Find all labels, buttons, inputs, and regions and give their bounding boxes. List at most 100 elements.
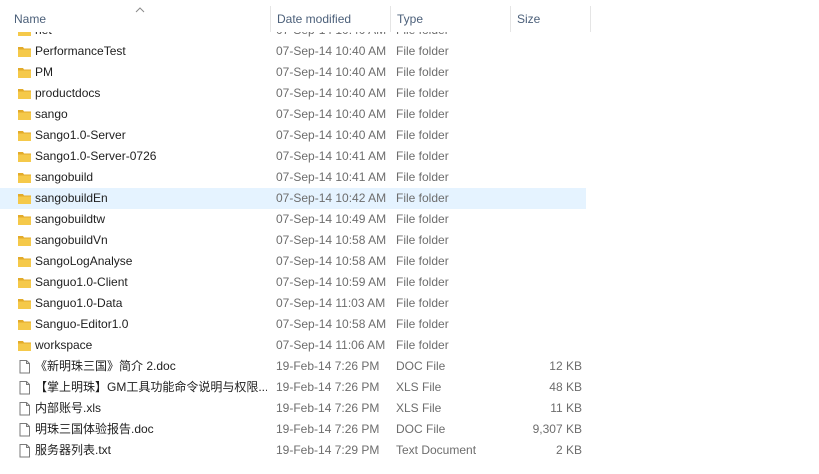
- folder-row[interactable]: Sango1.0-Server 07-Sep-14 10:40 AM File fo…: [0, 125, 586, 146]
- file-name[interactable]: PerformanceTest: [35, 41, 267, 62]
- folder-row[interactable]: sangobuildEn 07-Sep-14 10:42 AM File folde…: [0, 188, 586, 209]
- folder-icon: [17, 128, 32, 143]
- file-type: File folder: [396, 86, 449, 100]
- folder-icon: [17, 44, 32, 59]
- folder-row[interactable]: workspace 07-Sep-14 11:06 AM File folder: [0, 335, 586, 356]
- date-modified: 07-Sep-14 11:03 AM: [276, 296, 386, 310]
- column-header-type[interactable]: Type: [390, 6, 510, 32]
- folder-row[interactable]: sangobuildtw 07-Sep-14 10:49 AM File folde…: [0, 209, 586, 230]
- file-type: File folder: [396, 107, 449, 121]
- file-name[interactable]: 明珠三国体验报告.doc: [35, 419, 267, 440]
- file-type: File folder: [396, 44, 449, 58]
- file-name[interactable]: 《新明珠三国》简介 2.doc: [35, 356, 267, 377]
- file-row[interactable]: 《新明珠三国》简介 2.doc 19-Feb-14 7:26 PM DOC File…: [0, 356, 586, 377]
- folder-row[interactable]: productdocs 07-Sep-14 10:40 AM File folder: [0, 83, 586, 104]
- file-icon: [17, 401, 32, 416]
- file-type: File folder: [396, 254, 449, 268]
- file-name[interactable]: workspace: [35, 335, 267, 356]
- date-modified: 07-Sep-14 11:06 AM: [276, 338, 386, 352]
- date-modified: 19-Feb-14 7:26 PM: [276, 380, 380, 394]
- date-modified: 19-Feb-14 7:26 PM: [276, 359, 380, 373]
- file-name[interactable]: Sanguo1.0-Data: [35, 293, 267, 314]
- folder-row[interactable]: sango 07-Sep-14 10:40 AM File folder: [0, 104, 586, 125]
- file-name[interactable]: sangobuildtw: [35, 209, 267, 230]
- folder-icon: [17, 191, 32, 206]
- file-name[interactable]: PM: [35, 62, 267, 83]
- file-type: File folder: [396, 233, 449, 247]
- folder-row[interactable]: Sanguo1.0-Data 07-Sep-14 11:03 AM File fol…: [0, 293, 586, 314]
- file-name[interactable]: 服务器列表.txt: [35, 440, 267, 461]
- file-size: 9,307 KB: [532, 422, 582, 436]
- file-name[interactable]: sango: [35, 104, 267, 125]
- file-icon: [17, 380, 32, 395]
- file-type: Text Document: [396, 443, 477, 457]
- file-type: DOC File: [396, 359, 446, 373]
- file-size: 11 KB: [550, 401, 582, 415]
- folder-row[interactable]: sangobuild 07-Sep-14 10:41 AM File folder: [0, 167, 586, 188]
- file-type: File folder: [396, 296, 449, 310]
- file-name[interactable]: Sanguo1.0-Client: [35, 272, 267, 293]
- file-row[interactable]: 【掌上明珠】GM工具功能命令说明与权限... 19-Feb-14 7:26 PM X…: [0, 377, 586, 398]
- folder-row[interactable]: SangoLogAnalyse 07-Sep-14 10:58 AM File fo…: [0, 251, 586, 272]
- date-modified: 07-Sep-14 10:42 AM: [276, 191, 387, 205]
- file-icon: [17, 359, 32, 374]
- column-header-name[interactable]: Name: [8, 6, 270, 32]
- column-header-bar: Name Date modified Type Size: [0, 0, 591, 32]
- file-type: XLS File: [396, 401, 442, 415]
- file-name[interactable]: sangobuild: [35, 167, 267, 188]
- file-row[interactable]: 明珠三国体验报告.doc 19-Feb-14 7:26 PM DOC File 9,3…: [0, 419, 586, 440]
- folder-row[interactable]: PM 07-Sep-14 10:40 AM File folder: [0, 62, 586, 83]
- date-modified: 07-Sep-14 10:40 AM: [276, 65, 387, 79]
- folder-icon: [17, 212, 32, 227]
- column-divider: [590, 6, 591, 32]
- date-modified: 19-Feb-14 7:29 PM: [276, 443, 380, 457]
- column-header-size[interactable]: Size: [510, 6, 591, 32]
- file-type: DOC File: [396, 422, 446, 436]
- file-name[interactable]: sangobuildEn: [35, 188, 267, 209]
- folder-icon: [17, 338, 32, 353]
- file-icon: [17, 422, 32, 437]
- file-type: File folder: [396, 338, 449, 352]
- folder-row[interactable]: Sanguo-Editor1.0 07-Sep-14 10:58 AM File f…: [0, 314, 586, 335]
- date-modified: 07-Sep-14 10:41 AM: [276, 170, 387, 184]
- date-modified: 07-Sep-14 10:41 AM: [276, 149, 387, 163]
- file-name[interactable]: SangoLogAnalyse: [35, 251, 267, 272]
- file-name[interactable]: sangobuildVn: [35, 230, 267, 251]
- file-explorer-details-view: net07-Sep-14 10:40 AMFile folderPerforma…: [0, 0, 819, 474]
- folder-icon: [17, 149, 32, 164]
- file-name[interactable]: Sanguo-Editor1.0: [35, 314, 267, 335]
- file-type: File folder: [396, 128, 449, 142]
- file-size: 48 KB: [549, 380, 582, 394]
- file-type: File folder: [396, 191, 449, 205]
- folder-icon: [17, 254, 32, 269]
- date-modified: 07-Sep-14 10:59 AM: [276, 275, 387, 289]
- file-row[interactable]: 服务器列表.txt 19-Feb-14 7:29 PM Text Document 2…: [0, 440, 586, 461]
- folder-icon: [17, 275, 32, 290]
- file-type: File folder: [396, 275, 449, 289]
- file-name[interactable]: 内部账号.xls: [35, 398, 267, 419]
- folder-row[interactable]: Sanguo1.0-Client 07-Sep-14 10:59 AM File f…: [0, 272, 586, 293]
- file-name[interactable]: productdocs: [35, 83, 267, 104]
- file-row[interactable]: 内部账号.xls 19-Feb-14 7:26 PM XLS File 11 KB: [0, 398, 586, 419]
- file-name[interactable]: 【掌上明珠】GM工具功能命令说明与权限...: [35, 377, 267, 398]
- file-type: File folder: [396, 65, 449, 79]
- file-name[interactable]: Sango1.0-Server-0726: [35, 146, 267, 167]
- folder-icon: [17, 170, 32, 185]
- date-modified: 07-Sep-14 10:58 AM: [276, 317, 387, 331]
- file-list: net07-Sep-14 10:40 AMFile folderPerforma…: [0, 20, 600, 461]
- date-modified: 07-Sep-14 10:40 AM: [276, 107, 387, 121]
- date-modified: 19-Feb-14 7:26 PM: [276, 422, 380, 436]
- date-modified: 07-Sep-14 10:40 AM: [276, 128, 387, 142]
- column-header-date-modified[interactable]: Date modified: [270, 6, 390, 32]
- date-modified: 07-Sep-14 10:58 AM: [276, 254, 387, 268]
- folder-icon: [17, 296, 32, 311]
- date-modified: 07-Sep-14 10:40 AM: [276, 44, 387, 58]
- date-modified: 07-Sep-14 10:40 AM: [276, 86, 387, 100]
- file-icon: [17, 443, 32, 458]
- file-size: 2 KB: [555, 443, 582, 457]
- file-name[interactable]: Sango1.0-Server: [35, 125, 267, 146]
- folder-icon: [17, 317, 32, 332]
- folder-row[interactable]: sangobuildVn 07-Sep-14 10:58 AM File folde…: [0, 230, 586, 251]
- folder-row[interactable]: Sango1.0-Server-0726 07-Sep-14 10:41 AM Fi…: [0, 146, 586, 167]
- folder-row[interactable]: PerformanceTest 07-Sep-14 10:40 AM File fo…: [0, 41, 586, 62]
